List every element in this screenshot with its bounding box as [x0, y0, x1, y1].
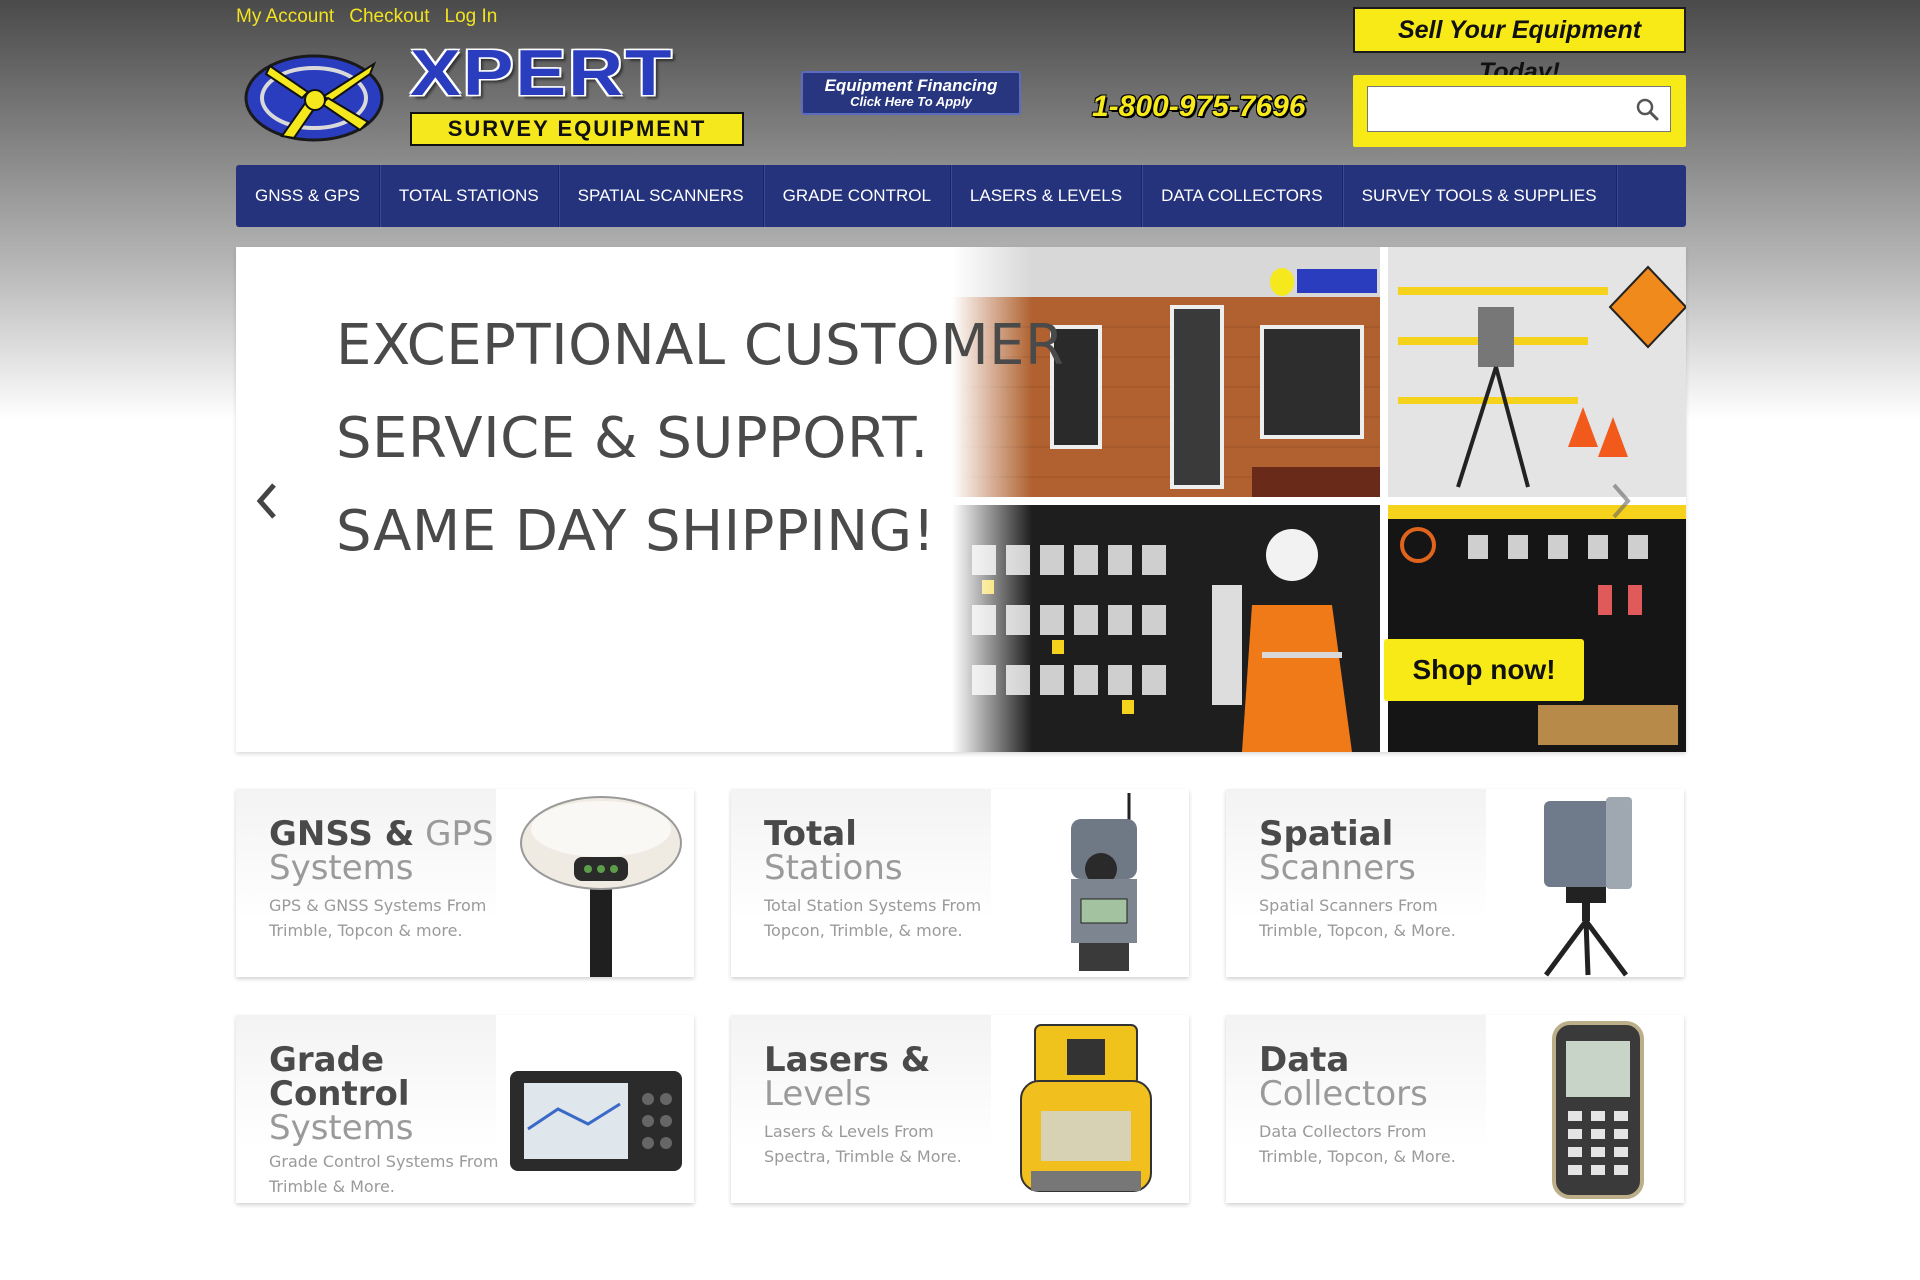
nav-item-total-stations[interactable]: TOTAL STATIONS [380, 165, 559, 227]
gps-receiver-icon [520, 796, 682, 977]
my-account-link[interactable]: My Account [236, 6, 334, 28]
hero-line-3: SAME DAY SHIPPING! [336, 499, 936, 564]
search-icon[interactable] [1635, 97, 1659, 121]
card-title: Total Stations [764, 817, 1004, 885]
hero-slider: EXCEPTIONAL CUSTOMER SERVICE & SUPPORT. … [236, 247, 1686, 752]
card-title-bold: Grade Control [269, 1040, 410, 1114]
nav-item-grade-control[interactable]: GRADE CONTROL [764, 165, 951, 227]
nav-item-spatial-scanners[interactable]: SPATIAL SCANNERS [559, 165, 764, 227]
hero-line-2: SERVICE & SUPPORT. [336, 406, 929, 471]
logo-x-emblem-icon [244, 54, 384, 142]
rotary-laser-icon [1020, 1024, 1152, 1192]
card-title: Data Collectors [1259, 1043, 1499, 1111]
card-description: Lasers & Levels From Spectra, Trimble & … [764, 1122, 962, 1166]
sell-equipment-banner[interactable]: Sell Your Equipment Today! [1353, 7, 1686, 86]
grade-control-display-icon [510, 1071, 682, 1171]
nav-item-lasers-levels[interactable]: LASERS & LEVELS [951, 165, 1143, 227]
search-input[interactable] [1367, 86, 1671, 132]
card-title-light: Levels [764, 1074, 872, 1114]
financing-title: Equipment Financing [824, 76, 998, 95]
equipment-financing-button[interactable]: Equipment Financing Click Here To Apply [801, 71, 1021, 115]
card-description: Spatial Scanners From Trimble, Topcon, &… [1259, 896, 1456, 940]
log-in-link[interactable]: Log In [445, 6, 498, 28]
shop-now-button[interactable]: Shop now! [1384, 639, 1584, 701]
card-description: Total Station Systems From Topcon, Trimb… [764, 896, 982, 940]
card-description: Data Collectors From Trimble, Topcon, & … [1259, 1122, 1456, 1166]
page-wrapper: My Account Checkout Log In XPERT SURVEY … [236, 0, 1686, 1280]
hero-line-1: EXCEPTIONAL CUSTOMER [336, 313, 1065, 378]
category-card-gnss[interactable]: GNSS & GPS Systems GPS & GNSS Systems Fr… [236, 789, 694, 977]
accessories-wall-photo [1388, 505, 1686, 752]
logo-wordmark: XPERT [410, 36, 674, 110]
card-title: Spatial Scanners [1259, 817, 1499, 885]
logo-subtitle: SURVEY EQUIPMENT [410, 112, 744, 146]
category-card-grade-control[interactable]: Grade Control Systems Grade Control Syst… [236, 1015, 694, 1203]
card-title-light: Systems [269, 1108, 414, 1148]
card-title-light: Scanners [1259, 848, 1416, 888]
category-card-lasers-levels[interactable]: Lasers & Levels Lasers & Levels From Spe… [731, 1015, 1189, 1203]
phone-number[interactable]: 1-800-975-7696 [1092, 90, 1306, 124]
slider-prev-chevron-icon[interactable] [254, 479, 280, 523]
card-title: GNSS & GPS Systems [269, 817, 509, 885]
card-title: Grade Control Systems [269, 1043, 469, 1145]
category-card-total-stations[interactable]: Total Stations Total Station Systems Fro… [731, 789, 1189, 977]
site-logo[interactable]: XPERT SURVEY EQUIPMENT [242, 36, 744, 150]
main-navigation: GNSS & GPS TOTAL STATIONS SPATIAL SCANNE… [236, 165, 1686, 227]
card-description: Grade Control Systems From Trimble & Mor… [269, 1152, 499, 1196]
slider-next-chevron-icon[interactable] [1608, 479, 1634, 523]
financing-subtitle: Click Here To Apply [850, 93, 972, 109]
equipment-display-photo [1388, 247, 1686, 497]
top-links: My Account Checkout Log In [236, 6, 497, 28]
checkout-link[interactable]: Checkout [349, 6, 429, 28]
total-station-icon [1071, 793, 1137, 971]
spatial-scanner-icon [1543, 797, 1632, 977]
card-description: GPS & GNSS Systems From Trimble, Topcon … [269, 896, 487, 940]
search-box [1353, 75, 1686, 147]
nav-item-data-collectors[interactable]: DATA COLLECTORS [1142, 165, 1343, 227]
nav-item-gnss-gps[interactable]: GNSS & GPS [236, 165, 380, 227]
card-title-light: Collectors [1259, 1074, 1428, 1114]
hero-headline: EXCEPTIONAL CUSTOMER SERVICE & SUPPORT. … [336, 299, 1064, 578]
card-title-light: Stations [764, 848, 903, 888]
nav-item-survey-tools[interactable]: SURVEY TOOLS & SUPPLIES [1343, 165, 1617, 227]
data-collector-icon [1552, 1021, 1644, 1199]
category-card-spatial-scanners[interactable]: Spatial Scanners Spatial Scanners From T… [1226, 789, 1684, 977]
category-card-data-collectors[interactable]: Data Collectors Data Collectors From Tri… [1226, 1015, 1684, 1203]
card-title: Lasers & Levels [764, 1043, 1004, 1111]
